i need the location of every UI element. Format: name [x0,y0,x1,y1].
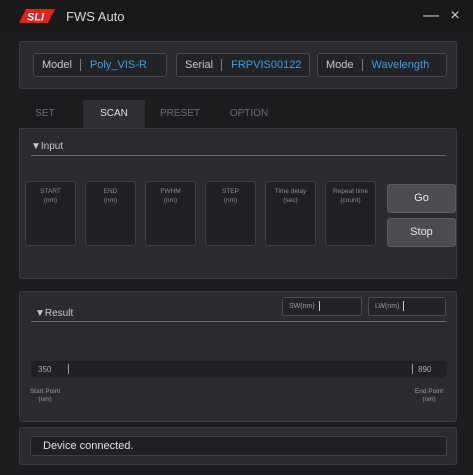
serial-label: Serial [177,59,223,71]
repeat-time-input-label: Repeat time [332,188,369,195]
wavelength-range-bar[interactable] [31,361,446,378]
input-section-title[interactable]: ▼Input [31,141,63,152]
range-start-marker[interactable] [68,364,69,374]
start-input-unit: (nm) [43,196,58,204]
result-divider [31,321,446,322]
end-input-unit: (nm) [103,196,118,204]
sw-field[interactable]: SW(nm) [282,297,362,316]
end-point-label: End Point (nm) [408,388,450,404]
end-input[interactable]: END (nm) [85,181,136,246]
fwhm-input[interactable]: FWHM (nm) [145,181,196,246]
mode-label: Mode [318,59,363,71]
end-point-unit: (nm) [422,396,436,403]
sw-cursor [318,301,320,312]
go-button[interactable]: Go [387,184,456,213]
app-title: FWS Auto [66,9,125,24]
model-label: Model [34,59,81,71]
start-point-unit: (nm) [38,396,52,403]
time-delay-input[interactable]: Time delay (sec) [265,181,316,246]
close-button[interactable]: × [445,6,465,26]
serial-value: FRPVIS00122 [231,59,302,71]
repeat-time-input-unit: (count) [340,196,361,204]
end-point-text: End Point [414,388,444,395]
lw-cursor [403,301,405,312]
tab-preset[interactable]: PRESET [150,100,210,128]
range-end-marker[interactable] [412,364,413,374]
svg-text:SLI: SLI [27,12,45,24]
status-text: Device connected. [30,436,447,456]
start-point-text: Start Point [29,388,61,395]
result-section-title[interactable]: ▼Result [35,308,73,319]
model-value: Poly_VIS-R [89,59,147,71]
sw-label: SW(nm) [289,303,315,310]
lw-field[interactable]: LW(nm) [368,297,446,316]
minimize-button[interactable]: — [421,6,441,26]
fwhm-input-label: FWHM [160,188,181,195]
input-divider [31,155,446,156]
repeat-time-input[interactable]: Repeat time (count) [325,181,376,246]
title-bar: SLI FWS Auto — × [0,0,473,32]
mode-value: Wavelength [371,59,430,71]
start-point-label: Start Point (nm) [24,388,66,404]
tab-scan[interactable]: SCAN [83,100,145,128]
stop-button[interactable]: Stop [387,218,456,247]
range-end-value: 890 [418,365,432,374]
lw-label: LW(nm) [375,303,400,310]
range-start-value: 350 [38,365,52,374]
time-delay-input-unit: (sec) [283,196,298,204]
step-input-unit: (nm) [223,196,238,204]
start-input[interactable]: START (nm) [25,181,76,246]
tab-set[interactable]: SET [20,100,70,128]
sli-logo: SLI [19,9,55,24]
model-field: Model Poly_VIS-R [33,53,167,77]
mode-field: Mode Wavelength [317,53,447,77]
end-input-label: END [103,188,118,195]
fwhm-input-unit: (nm) [163,196,178,204]
tab-option[interactable]: OPTION [218,100,280,128]
serial-field: Serial FRPVIS00122 [176,53,310,77]
step-input[interactable]: STEP (nm) [205,181,256,246]
time-delay-input-label: Time delay [274,188,307,195]
start-input-label: START [40,188,61,195]
step-input-label: STEP [222,188,239,195]
